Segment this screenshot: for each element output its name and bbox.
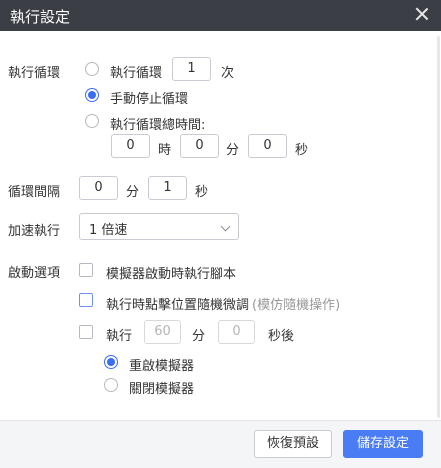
speed-select[interactable]: 1 倍速 <box>79 213 239 240</box>
radio-restart-emulator-label: 重啟模擬器 <box>129 359 195 374</box>
interval-minutes-unit: 分 <box>126 185 140 200</box>
timer-minutes-input[interactable]: 60 <box>144 320 181 344</box>
scrollbar[interactable] <box>437 36 440 418</box>
checkbox-random-offset[interactable] <box>79 293 93 307</box>
timer-suffix: 秒後 <box>268 329 295 344</box>
loop-count-unit: 次 <box>221 66 235 81</box>
checkbox-run-on-start[interactable] <box>79 263 93 277</box>
interval-label: 循環間隔 <box>8 185 61 200</box>
dialog-title: 執行設定 <box>10 8 71 26</box>
close-icon[interactable] <box>415 7 429 21</box>
radio-loop-count-label: 執行循環 <box>110 66 163 81</box>
duration-seconds-input[interactable]: 0 <box>248 134 287 158</box>
random-offset-hint: (模仿隨機操作) <box>252 298 341 313</box>
loop-count-input[interactable]: 1 <box>172 57 211 81</box>
radio-loop-count[interactable] <box>85 62 99 76</box>
interval-seconds-input[interactable]: 1 <box>148 176 187 200</box>
radio-total-duration[interactable] <box>85 114 99 128</box>
radio-total-duration-label: 執行循環總時間: <box>110 118 206 133</box>
radio-restart-emulator[interactable] <box>104 355 118 369</box>
duration-hours-unit: 時 <box>158 143 172 158</box>
duration-minutes-input[interactable]: 0 <box>180 134 219 158</box>
radio-manual-stop-label: 手動停止循環 <box>110 92 189 107</box>
interval-seconds-unit: 秒 <box>195 185 209 200</box>
interval-minutes-input[interactable]: 0 <box>79 176 118 200</box>
chevron-down-icon <box>220 221 231 232</box>
radio-close-emulator[interactable] <box>104 378 118 392</box>
checkbox-timer-label: 執行 <box>106 329 133 344</box>
timer-minutes-unit: 分 <box>192 329 206 344</box>
checkbox-run-on-start-label: 模擬器啟動時執行腳本 <box>106 267 237 282</box>
startup-label: 啟動選項 <box>8 266 61 281</box>
reset-defaults-button[interactable]: 恢復預設 <box>254 430 332 458</box>
loop-section-label: 執行循環 <box>8 66 61 81</box>
radio-close-emulator-label: 關閉模擬器 <box>129 382 195 397</box>
speed-select-value: 1 倍速 <box>89 223 128 238</box>
save-settings-button[interactable]: 儲存設定 <box>343 430 423 458</box>
timer-seconds-input[interactable]: 0 <box>218 320 255 344</box>
checkbox-random-offset-label: 執行時點擊位置隨機微調 <box>106 298 250 313</box>
speed-label: 加速執行 <box>8 224 61 239</box>
duration-seconds-unit: 秒 <box>295 143 309 158</box>
duration-hours-input[interactable]: 0 <box>111 134 150 158</box>
radio-manual-stop[interactable] <box>85 88 99 102</box>
duration-minutes-unit: 分 <box>226 143 240 158</box>
checkbox-timer[interactable] <box>79 325 93 339</box>
